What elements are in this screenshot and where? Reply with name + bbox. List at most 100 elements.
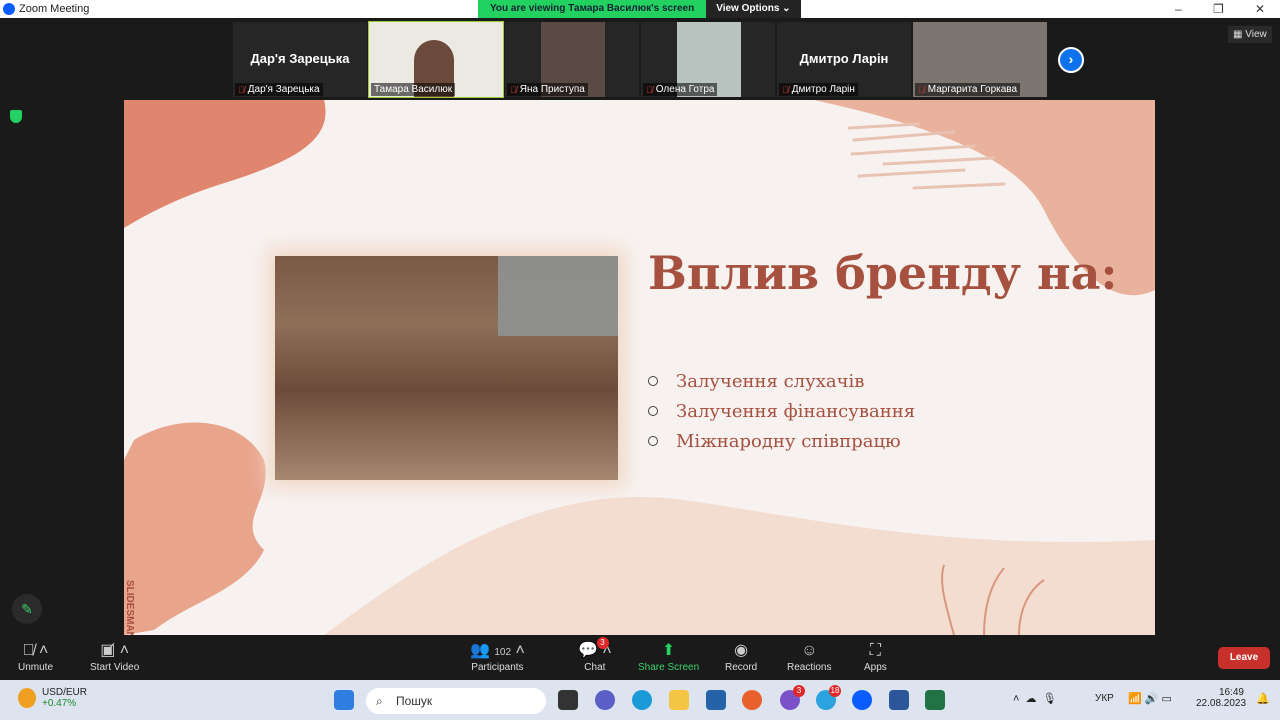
weather-widget-icon xyxy=(18,688,36,708)
apps-button[interactable]: ⛶ Apps xyxy=(864,640,887,673)
window-title: Zoom Meeting xyxy=(19,3,90,15)
participant-name: Дмитро Ларін xyxy=(791,84,855,95)
network-volume-battery-icons[interactable]: 📶 🔊 ▭ xyxy=(1128,692,1172,705)
participant-name-large: Дмитро Ларін xyxy=(799,51,889,66)
notifications-icon[interactable]: 🔔 xyxy=(1256,692,1270,705)
search-icon: ⌕ xyxy=(376,694,383,708)
bullet-item: Залучення фінансування xyxy=(648,396,915,426)
mic-muted-icon: 🎙̸ xyxy=(510,84,517,95)
chat-label: Chat xyxy=(584,662,606,673)
ticker-name: USD/EUR xyxy=(42,687,88,698)
word-icon[interactable] xyxy=(889,690,909,710)
view-options-label: View Options xyxy=(716,3,780,14)
video-off-icon: ▣̸ ˄ xyxy=(100,642,130,659)
task-view-icon[interactable] xyxy=(558,690,578,710)
participant-tile[interactable]: 🎙̸ Маргарита Горкава xyxy=(913,22,1047,97)
participant-tile[interactable]: Дмитро Ларін 🎙̸ Дмитро Ларін xyxy=(777,22,911,97)
maximize-button[interactable]: ❐ xyxy=(1213,2,1224,16)
share-screen-button[interactable]: ⬆ Share Screen xyxy=(638,640,699,673)
participant-name: Тамара Василюк xyxy=(374,84,453,95)
slide-bullets: Залучення слухачів Залучення фінансуванн… xyxy=(648,366,915,456)
start-video-label: Start Video xyxy=(90,662,140,673)
view-label: View xyxy=(1245,29,1267,40)
participant-tile[interactable]: 🎙̸ Олена Готра xyxy=(641,22,775,97)
chat-button[interactable]: 💬 3 ˄ Chat xyxy=(578,637,612,673)
reactions-label: Reactions xyxy=(787,662,832,673)
slide-title: Вплив бренду на: xyxy=(648,246,1118,300)
participant-name-large: Дар'я Зарецька xyxy=(250,51,350,66)
record-button[interactable]: ◉ Record xyxy=(725,640,757,673)
audience-photo xyxy=(275,256,618,480)
security-shield-icon[interactable] xyxy=(10,110,22,123)
leave-button[interactable]: Leave xyxy=(1218,647,1270,669)
language-indicator[interactable]: УКР xyxy=(1095,693,1114,704)
next-page-button[interactable]: › xyxy=(1058,47,1084,73)
telegram-badge: 18 xyxy=(829,685,841,697)
participant-name: Яна Приступа xyxy=(519,84,585,95)
windows-taskbar: USD/EUR +0.47% ⌕ Пошук 3 18 ˄ ☁ 🎙 УКР 📶 🔊 … xyxy=(0,680,1280,720)
clock[interactable]: 16:49 22.08.2023 xyxy=(1196,687,1247,709)
participants-count: 102 xyxy=(494,647,512,658)
zoom-logo-icon xyxy=(3,3,15,15)
participants-button[interactable]: 👥 102 ˄ Participants xyxy=(470,640,525,673)
meeting-toolbar: 🎙̸ ˄ Unmute ▣̸ ˄ Start Video 👥 102 ˄ Partic… xyxy=(0,636,1280,680)
viewing-banner-text: You are viewing Тамара Василюк's screen xyxy=(478,0,707,18)
record-label: Record xyxy=(725,662,758,673)
bullet-text: Залучення слухачів xyxy=(676,370,865,392)
chat-icon: 💬 3 ˄ xyxy=(578,637,612,659)
close-button[interactable]: ✕ xyxy=(1255,2,1265,16)
participants-icon: 👥 102 ˄ xyxy=(470,642,525,659)
annotate-pen-icon[interactable]: ✎ xyxy=(12,594,42,624)
firefox-icon[interactable] xyxy=(742,690,762,710)
mic-muted-icon: 🎙̸ xyxy=(918,84,925,95)
participant-tile[interactable]: Дар'я Зарецька 🎙̸ Дар'я Зарецька xyxy=(233,22,367,97)
video-gallery-strip: Дар'я Зарецька 🎙̸ Дар'я Зарецька Тамара Ва… xyxy=(233,21,1047,98)
ticker-change: +0.47% xyxy=(42,698,77,709)
reactions-icon: ☺ xyxy=(801,642,818,659)
title-bar: Zoom Meeting You are viewing Тамара Васи… xyxy=(0,0,1280,18)
bullet-text: Міжнародну співпрацю xyxy=(676,430,901,452)
mic-muted-icon: 🎙̸ xyxy=(782,84,789,95)
zoom-taskbar-icon[interactable] xyxy=(852,690,872,710)
participant-tile[interactable]: Тамара Василюк xyxy=(368,21,504,98)
mic-off-icon: 🎙̸ ˄ xyxy=(22,642,49,659)
search-box[interactable]: ⌕ Пошук xyxy=(366,688,546,714)
edge-icon[interactable] xyxy=(632,690,652,710)
viber-icon[interactable]: 3 xyxy=(780,685,805,710)
excel-icon[interactable] xyxy=(925,690,945,710)
unmute-button[interactable]: 🎙̸ ˄ Unmute xyxy=(18,640,53,673)
bullet-item: Міжнародну співпрацю xyxy=(648,426,915,456)
slide-watermark: SLIDESMANIA xyxy=(124,580,135,635)
bullet-text: Залучення фінансування xyxy=(676,400,916,422)
participant-name: Маргарита Горкава xyxy=(927,84,1018,95)
unmute-label: Unmute xyxy=(18,662,54,673)
minimize-button[interactable]: – xyxy=(1175,2,1182,16)
date: 22.08.2023 xyxy=(1196,698,1247,709)
participants-label: Participants xyxy=(471,662,524,673)
view-button[interactable]: ▦ View xyxy=(1228,26,1272,43)
apps-icon: ⛶ xyxy=(869,642,881,659)
start-video-button[interactable]: ▣̸ ˄ Start Video xyxy=(90,640,139,673)
teams-chat-icon[interactable] xyxy=(595,690,615,710)
record-icon: ◉ xyxy=(734,642,749,659)
bullet-item: Залучення слухачів xyxy=(648,366,915,396)
participant-name: Олена Готра xyxy=(655,84,715,95)
telegram-icon[interactable]: 18 xyxy=(816,685,841,710)
mic-muted-icon: 🎙̸ xyxy=(646,84,653,95)
view-options-button[interactable]: View Options ⌄ xyxy=(706,0,801,18)
start-icon[interactable] xyxy=(334,690,354,710)
store-icon[interactable] xyxy=(706,690,726,710)
tray-icons[interactable]: ˄ ☁ 🎙 xyxy=(1013,692,1057,705)
viewing-banner: You are viewing Тамара Василюк's screen … xyxy=(478,0,801,18)
ticker-widget[interactable]: USD/EUR +0.47% xyxy=(42,687,87,709)
viber-badge: 3 xyxy=(793,685,805,697)
share-screen-label: Share Screen xyxy=(638,662,700,673)
participant-name: Дар'я Зарецька xyxy=(247,84,320,95)
participant-tile[interactable]: 🎙̸ Яна Приступа xyxy=(505,22,639,97)
shared-slide: Вплив бренду на: Залучення слухачів Залу… xyxy=(124,100,1155,635)
file-explorer-icon[interactable] xyxy=(669,690,689,710)
apps-label: Apps xyxy=(864,662,887,673)
time: 16:49 xyxy=(1218,687,1244,698)
chat-badge: 3 xyxy=(596,637,609,649)
reactions-button[interactable]: ☺ Reactions xyxy=(787,640,831,673)
